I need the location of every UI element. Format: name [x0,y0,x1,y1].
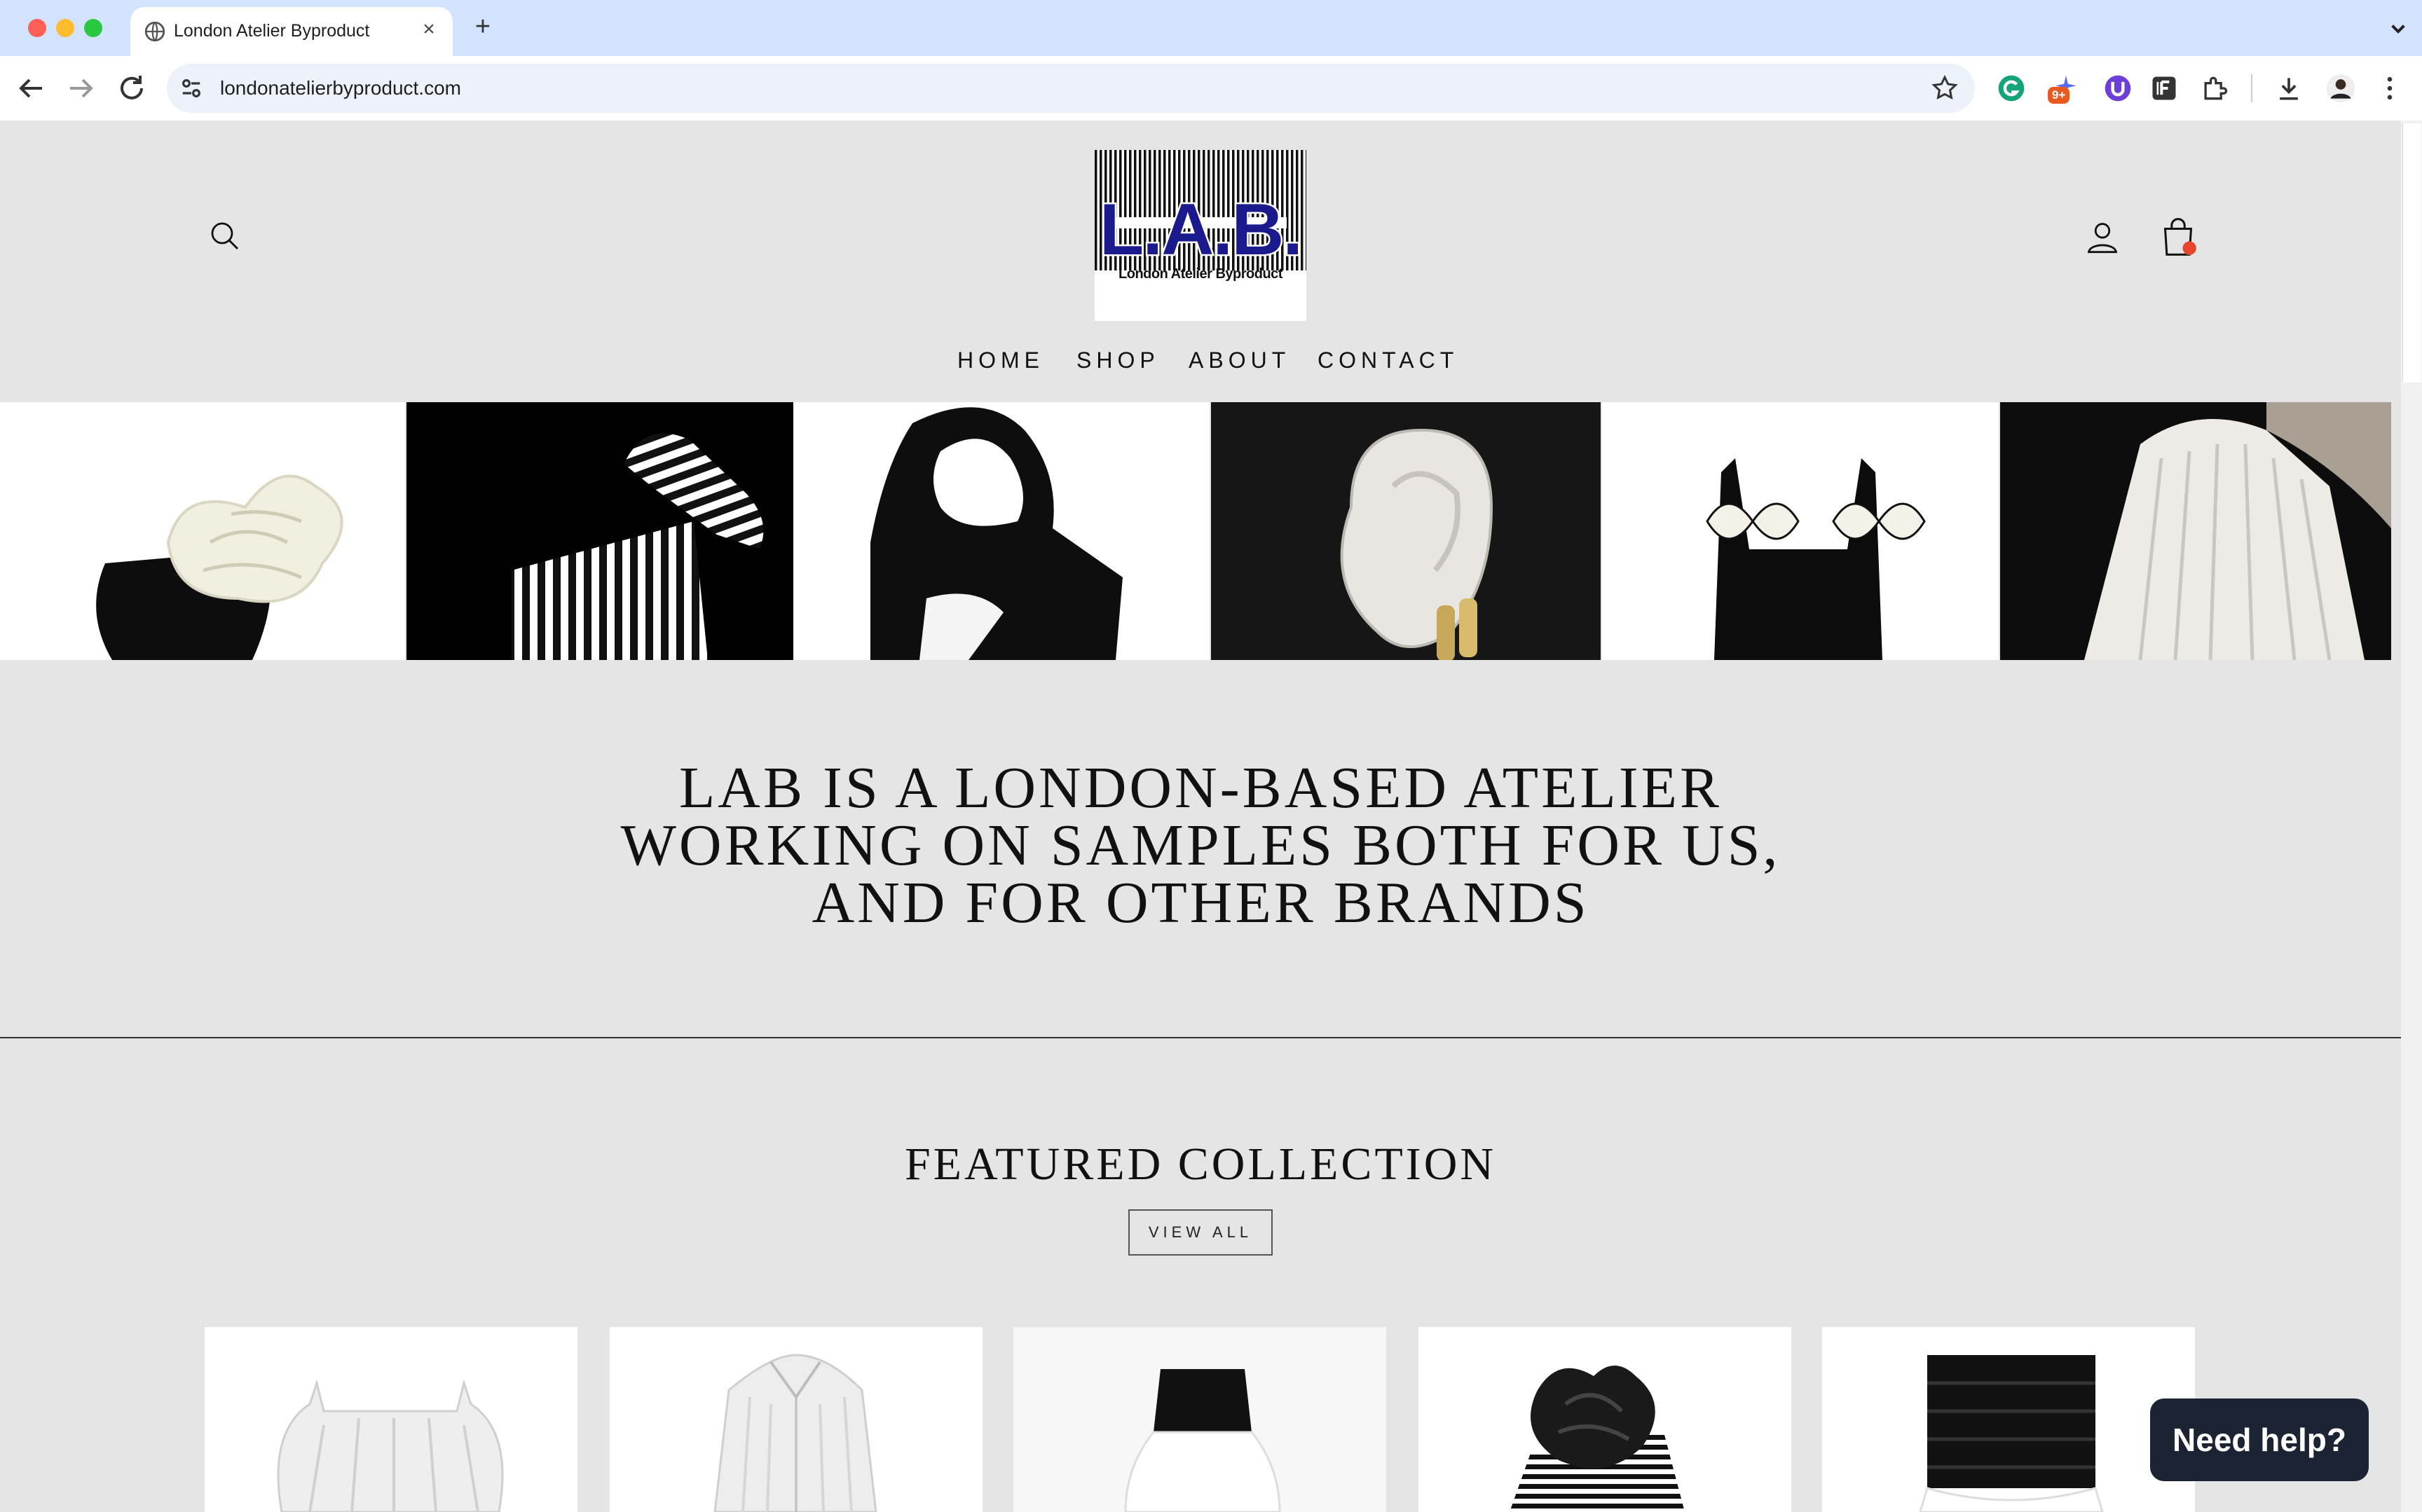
flower-top-illustration [96,474,343,660]
rose-striped-top-image [1510,1366,1685,1512]
hero-image-knit-bag[interactable] [793,402,1210,660]
site-logo[interactable]: L.A.B. London Atelier Byproduct [1095,150,1306,321]
logo-letters: L.A.B. [1097,189,1304,270]
toolbar-divider [2251,74,2252,102]
profile-avatar-icon[interactable] [2325,73,2356,104]
product-card[interactable] [1418,1327,1791,1512]
hero-image-bow-dress[interactable] [1602,402,1999,660]
tab-title: London Atelier Byproduct [174,21,370,41]
scrollbar-thumb[interactable] [2402,123,2421,383]
hero-image-flower-top[interactable] [0,402,405,660]
browser-menu-icon[interactable] [2374,73,2405,104]
browser-tab-bar: London Atelier Byproduct × + [0,0,2422,56]
u-extension-icon[interactable] [2102,73,2133,104]
address-bar[interactable]: londonatelierbyproduct.com [167,64,1975,113]
logo-subtitle: London Atelier Byproduct [1118,266,1282,282]
view-all-button[interactable]: VIEW ALL [1128,1209,1273,1256]
download-icon[interactable] [2273,73,2304,104]
striped-top-illustration [512,433,764,660]
product-card[interactable] [1822,1327,2195,1512]
bookmark-star-icon[interactable] [1930,74,1959,103]
maximize-window-button[interactable] [84,19,102,37]
search-icon[interactable] [207,219,241,252]
knit-bag-illustration [870,407,1123,660]
tagline: LAB IS A LONDON-BASED ATELIER WORKING ON… [0,755,2401,935]
bow-dress-illustration [1706,458,1926,660]
tab-search-chevron-icon[interactable] [2384,14,2412,42]
tagline-line-3: AND FOR OTHER BRANDS [812,870,1589,935]
extension-badge: 9+ [2048,87,2070,104]
new-tab-button[interactable]: + [468,13,498,42]
hero-image-striped-top[interactable] [406,402,793,660]
site-settings-icon[interactable] [177,74,206,103]
nav-shop[interactable]: SHOP [1076,348,1160,373]
nav-about[interactable]: ABOUT [1189,348,1290,373]
ear-cuff-illustration [1340,428,1493,660]
reload-icon[interactable] [115,71,149,105]
hero-image-pleated-shirt[interactable] [2000,402,2391,660]
white-pleated-dress-image [277,1379,504,1512]
featured-collection-title: FEATURED COLLECTION [904,1139,1497,1190]
product-card[interactable] [610,1327,983,1512]
forward-arrow-icon[interactable] [64,71,98,105]
black-smocked-top-image [1919,1355,2104,1512]
active-tab[interactable]: London Atelier Byproduct × [130,7,453,56]
need-help-chat-button[interactable]: Need help? [2150,1398,2369,1481]
f-extension-icon[interactable] [2149,73,2180,104]
product-card[interactable] [1013,1327,1386,1512]
tab-close-icon[interactable]: × [416,17,442,42]
white-pleated-shirt-image [713,1354,877,1512]
hero-image-ear-cuff[interactable] [1211,402,1601,660]
back-arrow-icon[interactable] [14,71,48,105]
nav-home[interactable]: HOME [957,348,1044,373]
tagline-line-2: WORKING ON SAMPLES BOTH FOR US, [620,813,1781,878]
minimize-window-button[interactable] [56,19,74,37]
account-icon[interactable] [2084,219,2121,255]
product-card[interactable] [205,1327,577,1512]
section-divider [0,1037,2401,1038]
grammarly-extension-icon[interactable] [1996,73,2027,104]
globe-icon [144,21,165,42]
nav-contact[interactable]: CONTACT [1318,348,1458,373]
pleated-shirt-illustration [2084,402,2391,660]
tagline-line-1: LAB IS A LONDON-BASED ATELIER [678,755,1722,820]
extensions-puzzle-icon[interactable] [2199,73,2230,104]
black-white-skirt-image [1124,1369,1281,1512]
cart-bag-icon[interactable] [2158,216,2198,258]
close-window-button[interactable] [28,19,46,37]
url-text: londonatelierbyproduct.com [220,77,461,99]
